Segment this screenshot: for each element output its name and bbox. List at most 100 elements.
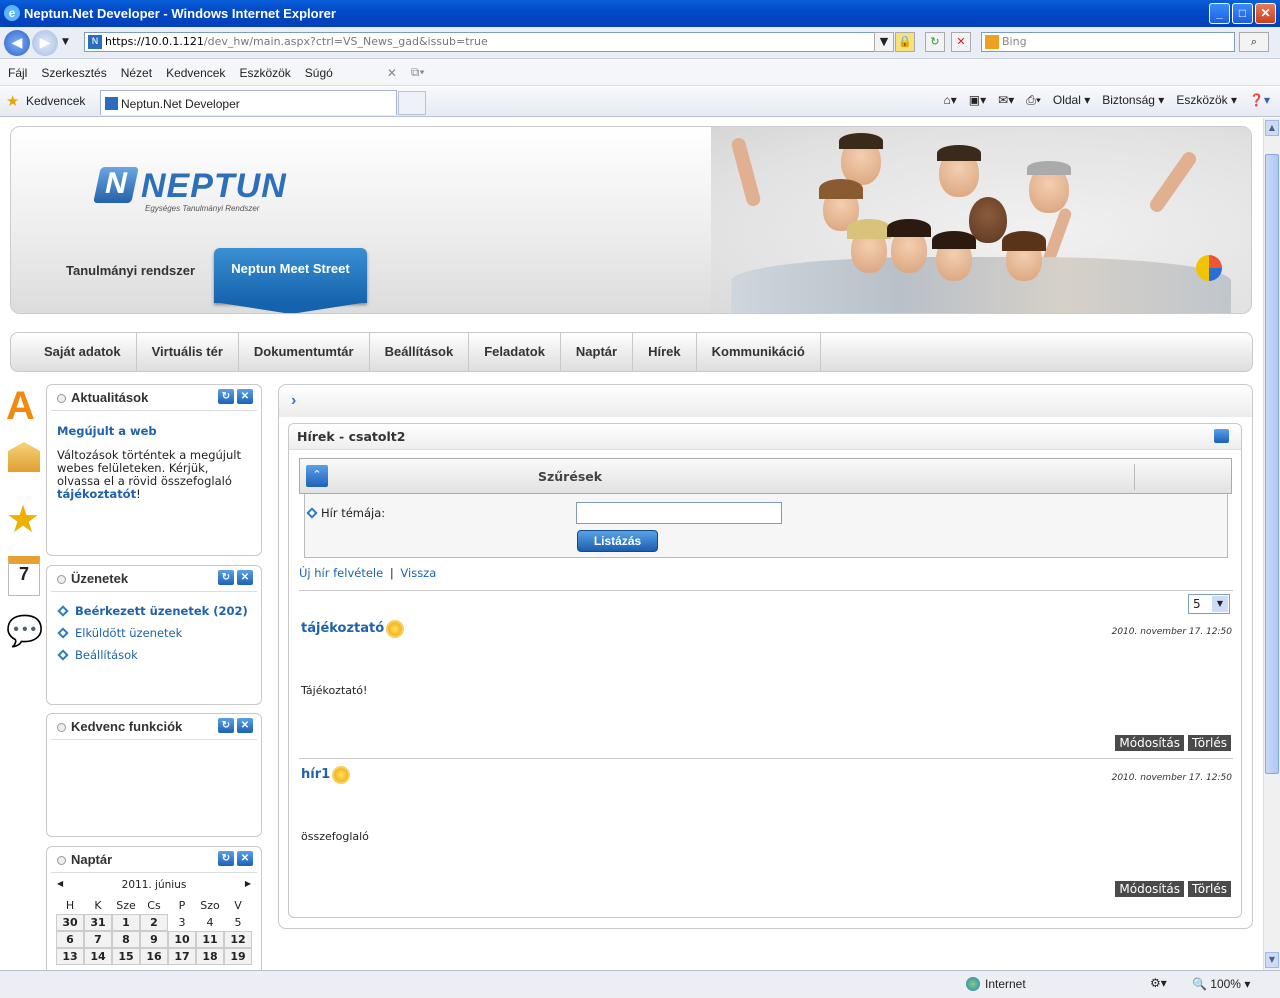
favorites-button[interactable]: Kedvencek	[26, 94, 85, 108]
uzenetek-item-inbox[interactable]: Beérkezett üzenetek (202)	[57, 600, 249, 622]
topic-input[interactable]	[576, 502, 782, 524]
safety-menu[interactable]: Biztonság ▾	[1102, 93, 1164, 108]
print-icon[interactable]: ⎙▾	[1026, 93, 1041, 108]
back-button[interactable]: ◀	[4, 30, 30, 56]
tab-meet-street[interactable]: Neptun Meet Street	[214, 248, 367, 303]
neptun-logo[interactable]: N NEPTUN Egységes Tanulmányi Rendszer	[93, 167, 287, 213]
aktualitasok-heading[interactable]: Megújult a web	[57, 425, 251, 438]
menu-help[interactable]: Súgó	[305, 66, 333, 80]
news-title-link[interactable]: tájékoztató	[301, 621, 384, 636]
address-dropdown-icon[interactable]: ▼	[874, 32, 894, 52]
history-dropdown-icon[interactable]: ▼	[62, 37, 69, 47]
close-icon[interactable]: ✕	[237, 389, 253, 404]
home-icon[interactable]: ⌂▾	[944, 93, 957, 108]
protected-mode-icon[interactable]: ⚙▾	[1150, 976, 1167, 990]
refresh-icon[interactable]: ↻	[218, 718, 234, 733]
close-icon[interactable]: ✕	[237, 570, 253, 585]
nav-kommunikacio[interactable]: Kommunikáció	[697, 332, 821, 372]
calendar-day[interactable]: 13	[56, 948, 84, 965]
calendar-icon[interactable]: 7	[8, 556, 40, 596]
calendar-day[interactable]: 11	[196, 931, 224, 948]
menu-tools[interactable]: Eszközök	[239, 66, 290, 80]
stop-icon[interactable]: ✕	[951, 32, 971, 52]
refresh-icon[interactable]: ↻	[218, 851, 234, 866]
nav-hirek[interactable]: Hírek	[633, 332, 697, 372]
menu-view[interactable]: Nézet	[121, 66, 152, 80]
forward-button[interactable]: ▶	[32, 30, 58, 56]
new-news-link[interactable]: Új hír felvétele	[299, 566, 383, 580]
refresh-icon[interactable]: ↻	[218, 570, 234, 585]
prev-month-icon[interactable]: ◀	[57, 879, 63, 888]
close-icon[interactable]: ✕	[387, 66, 397, 80]
calendar-day[interactable]: 17	[168, 948, 196, 965]
nav-beallitasok[interactable]: Beállítások	[370, 332, 470, 372]
compat-icon[interactable]: ⧉▾	[411, 65, 425, 80]
calendar-day[interactable]: 6	[56, 931, 84, 948]
edit-button[interactable]: Módosítás	[1115, 881, 1184, 897]
calendar-day[interactable]: 3	[168, 914, 196, 931]
tab-tanulmanyi[interactable]: Tanulmányi rendszer	[66, 263, 195, 278]
new-tab-button[interactable]	[398, 91, 426, 115]
menu-favorites[interactable]: Kedvencek	[166, 66, 225, 80]
calendar-day[interactable]: 19	[224, 948, 252, 965]
delete-button[interactable]: Törlés	[1187, 735, 1231, 751]
calendar-day[interactable]: 15	[112, 948, 140, 965]
page-menu[interactable]: Oldal ▾	[1053, 93, 1090, 108]
scroll-thumb[interactable]	[1265, 154, 1279, 774]
mail-icon[interactable]: ✉▾	[998, 93, 1014, 108]
feeds-icon[interactable]: ▣▾	[969, 93, 986, 108]
scroll-up-icon[interactable]: ▲	[1265, 120, 1279, 136]
browser-tab[interactable]: Neptun.Net Developer	[100, 90, 397, 115]
search-icon[interactable]: ⌕	[1239, 32, 1269, 52]
calendar-day[interactable]: 5	[224, 914, 252, 931]
aktualitasok-link[interactable]: tájékoztatót	[57, 487, 136, 501]
delete-button[interactable]: Törlés	[1187, 881, 1231, 897]
list-button[interactable]: Listázás	[577, 530, 658, 552]
chat-icon[interactable]: 💬	[6, 614, 43, 649]
envelope-icon[interactable]	[8, 442, 40, 472]
calendar-day[interactable]: 16	[140, 948, 168, 965]
calendar-day[interactable]: 31	[84, 914, 112, 931]
refresh-icon[interactable]: ↻	[925, 32, 945, 52]
close-button[interactable]: ✕	[1255, 3, 1276, 24]
page-size-select[interactable]: 5 ▼	[1188, 594, 1230, 614]
calendar-day[interactable]: 4	[196, 914, 224, 931]
calendar-day[interactable]: 8	[112, 931, 140, 948]
nav-feladatok[interactable]: Feladatok	[469, 332, 561, 372]
collapse-icon[interactable]: ⌃	[306, 465, 328, 487]
menu-edit[interactable]: Szerkesztés	[41, 66, 106, 80]
calendar-day[interactable]: 14	[84, 948, 112, 965]
calendar-day[interactable]: 2	[140, 914, 168, 931]
calendar-day[interactable]: 9	[140, 931, 168, 948]
maximize-button[interactable]: □	[1232, 3, 1253, 24]
help-icon[interactable]: ❓▾	[1249, 93, 1270, 108]
edit-button[interactable]: Módosítás	[1115, 735, 1184, 751]
calendar-day[interactable]: 30	[56, 914, 84, 931]
calendar-day[interactable]: 10	[168, 931, 196, 948]
star-favorite-icon[interactable]: ★	[6, 500, 42, 556]
vertical-scrollbar[interactable]: ▲ ▼	[1263, 118, 1280, 970]
aktualitasok-icon[interactable]: A	[6, 384, 42, 442]
maximize-panel-icon[interactable]	[1214, 429, 1229, 443]
zoom-control[interactable]: 🔍 100% ▾	[1192, 977, 1250, 991]
calendar-day[interactable]: 12	[224, 931, 252, 948]
close-icon[interactable]: ✕	[237, 851, 253, 866]
back-link[interactable]: Vissza	[400, 566, 436, 580]
uzenetek-item-sent[interactable]: Elküldött üzenetek	[57, 622, 249, 644]
close-icon[interactable]: ✕	[237, 718, 253, 733]
nav-sajat-adatok[interactable]: Saját adatok	[29, 332, 137, 372]
nav-naptar[interactable]: Naptár	[561, 332, 634, 372]
minimize-button[interactable]: _	[1209, 3, 1230, 24]
refresh-icon[interactable]: ↻	[218, 389, 234, 404]
nav-dokumentumtar[interactable]: Dokumentumtár	[239, 332, 370, 372]
address-input[interactable]: N https://10.0.1.121/dev_hw/main.aspx?ct…	[84, 32, 890, 52]
scroll-down-icon[interactable]: ▼	[1265, 952, 1279, 968]
lock-icon[interactable]: 🔒	[895, 32, 915, 52]
nav-virtualis-ter[interactable]: Virtuális tér	[137, 332, 239, 372]
ball-icon[interactable]	[1196, 255, 1222, 281]
calendar-day[interactable]: 7	[84, 931, 112, 948]
calendar-day[interactable]: 1	[112, 914, 140, 931]
news-title-link[interactable]: hír1	[301, 767, 330, 782]
tools-menu[interactable]: Eszközök ▾	[1176, 93, 1237, 108]
calendar-day[interactable]: 18	[196, 948, 224, 965]
